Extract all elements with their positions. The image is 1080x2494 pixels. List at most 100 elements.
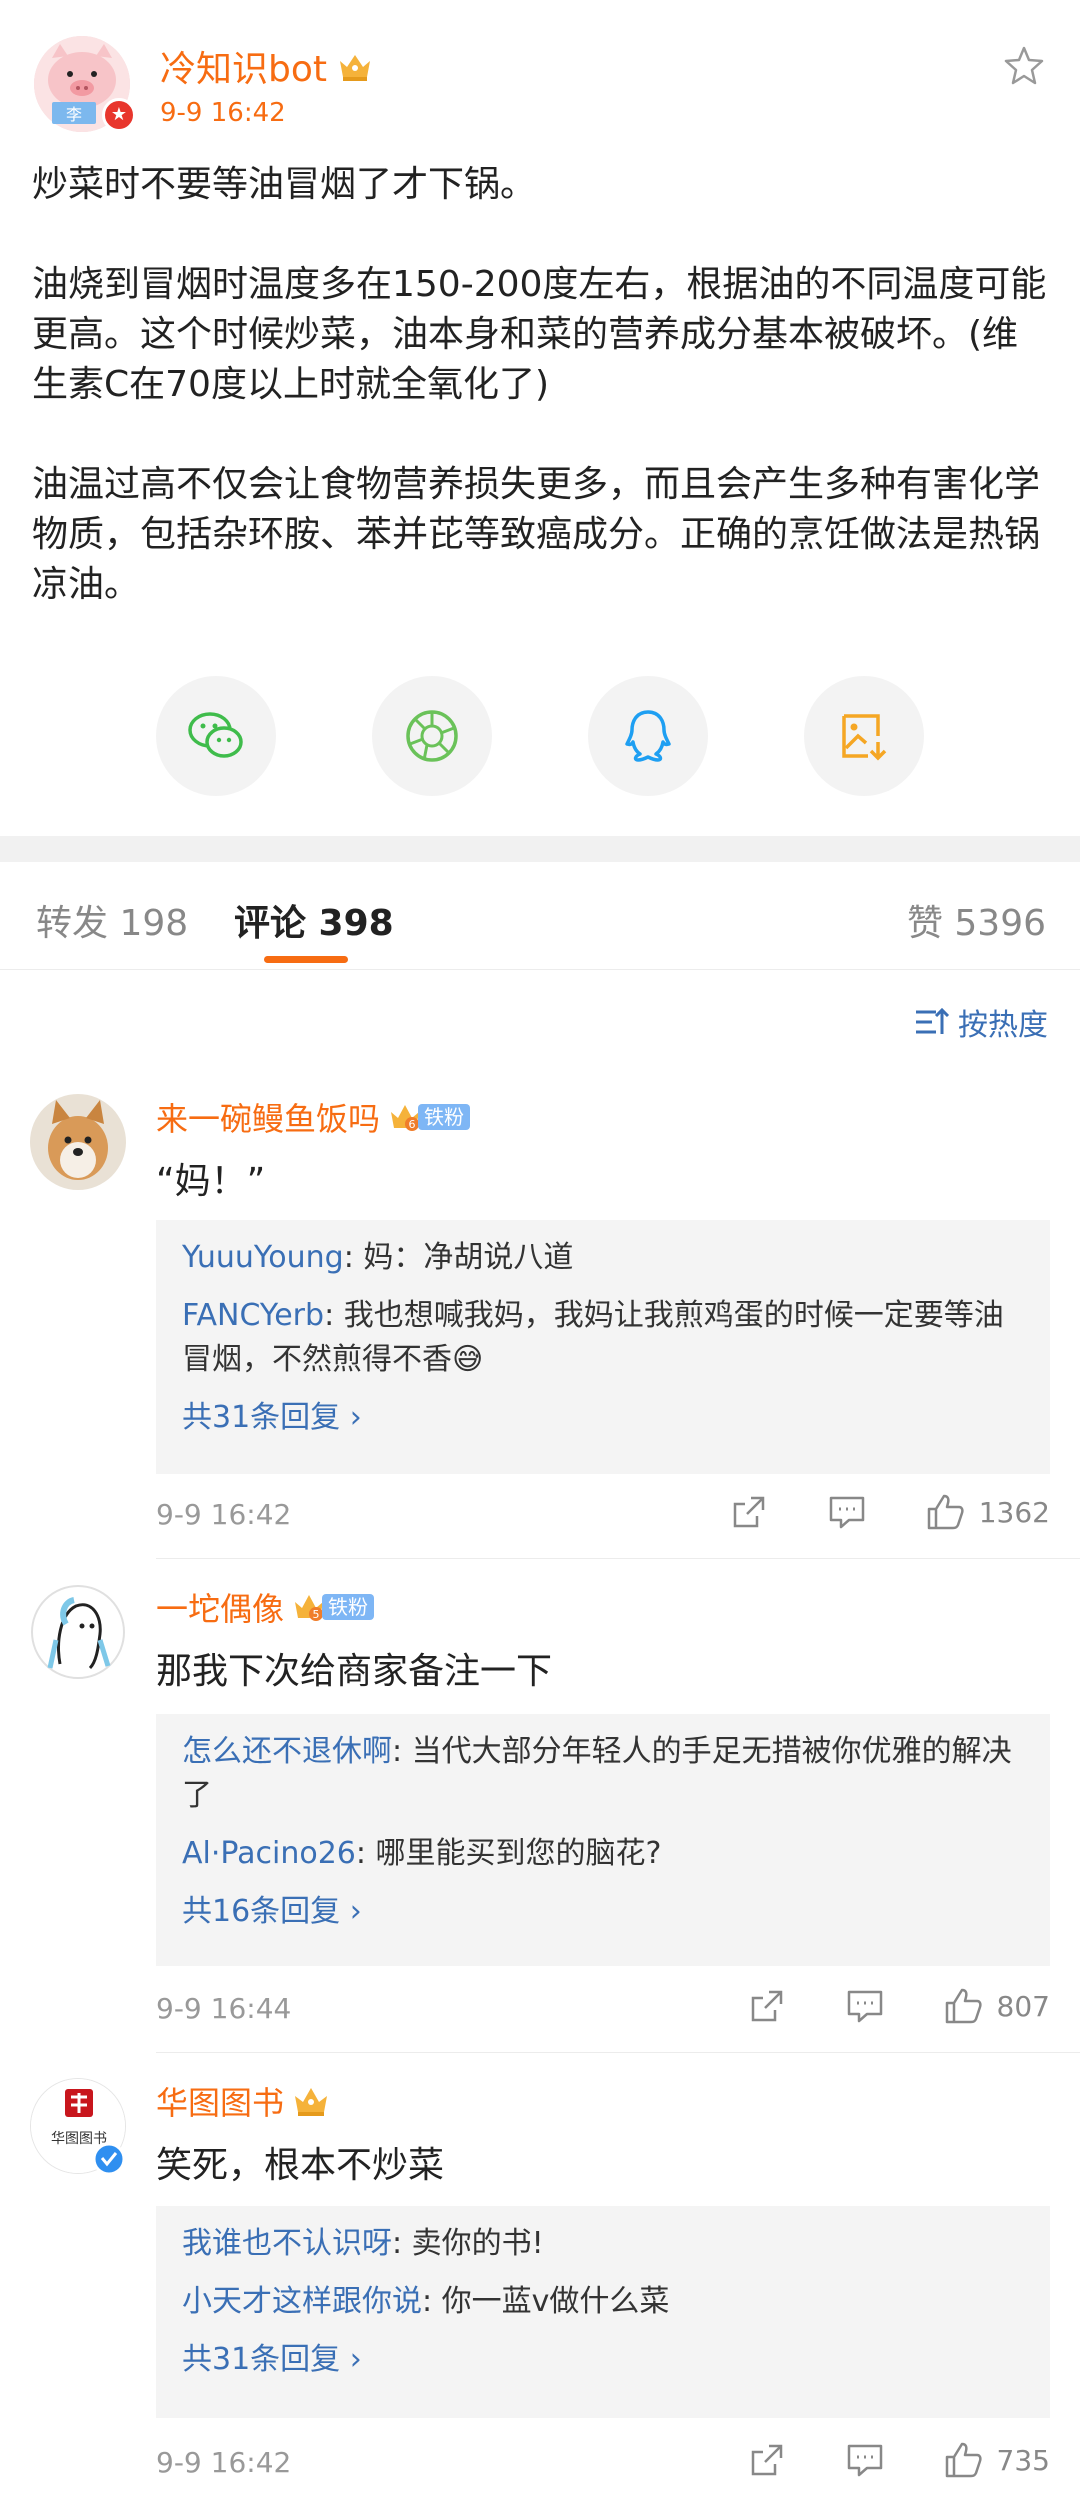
commenter-name[interactable]: 华图图书 (156, 2078, 330, 2124)
reply-text: : 妈：净胡说八道 (343, 1240, 574, 1275)
commenter-name[interactable]: 一坨偶像 5 铁粉 (156, 1584, 375, 1630)
comment-actions: 735 (689, 2440, 1050, 2480)
shiba-avatar-icon (30, 1094, 126, 1190)
comment-icon[interactable] (845, 1986, 885, 2026)
chevron-right-icon: › (349, 1894, 362, 1929)
fan-badge: 6 铁粉 (388, 1100, 471, 1134)
post-header: 李 ★ 冷知识bot 9-9 16:42 (0, 0, 1080, 150)
comment-actions: 1362 (671, 1492, 1050, 1532)
comment-text: 笑死，根本不炒菜 (156, 2145, 445, 2186)
author-name[interactable]: 冷知识bot (160, 40, 373, 92)
author-avatar[interactable]: 李 ★ (34, 36, 136, 132)
reply-user[interactable]: 怎么还不退休啊 (182, 1734, 392, 1769)
share-qq-button[interactable] (588, 676, 708, 796)
comment-icon[interactable] (845, 2440, 885, 2480)
sort-by-hot-button[interactable]: 按热度 (914, 1000, 1048, 1044)
sort-icon (916, 1007, 950, 1034)
svg-text:6: 6 (409, 1118, 416, 1131)
commenter-avatar[interactable] (30, 1584, 126, 1680)
reply-user[interactable]: FANCYerb (182, 1298, 324, 1333)
commenter-name-text: 华图图书 (156, 2084, 285, 2122)
share-moments-button[interactable] (372, 676, 492, 796)
sort-label: 按热度 (958, 1008, 1048, 1043)
comment-time: 9-9 16:44 (156, 1992, 292, 2025)
like-icon[interactable] (943, 1986, 983, 2026)
svg-text:李: 李 (66, 105, 82, 124)
tab-bar: 转发 198 评论 398 赞 5396 (0, 862, 1080, 970)
reply-item[interactable]: 小天才这样跟你说: 你一蓝v做什么菜 (182, 2280, 1024, 2324)
share-icon[interactable] (729, 1492, 769, 1532)
post-paragraph: 油烧到冒烟时温度多在150-200度左右，根据油的不同温度可能更高。这个时候炒菜… (32, 264, 1047, 405)
comment-actions: 807 (689, 1986, 1050, 2026)
more-replies-text: 共31条回复 (182, 2342, 341, 2377)
like-count: 807 (996, 1989, 1050, 2023)
fan-badge: 5 铁粉 (292, 1590, 375, 1624)
reply-user[interactable]: YuuuYoung (182, 1240, 344, 1275)
wechat-icon (188, 712, 243, 758)
svg-text:5: 5 (313, 1608, 320, 1621)
comment-meta: 9-9 16:42 1362 (156, 1492, 1050, 1538)
reply-box[interactable]: 怎么还不退休啊: 当代大部分年轻人的手足无措被你优雅的解决了 Al·Pacino… (156, 1714, 1050, 1966)
share-wechat-button[interactable] (156, 676, 276, 796)
section-divider (0, 836, 1080, 862)
post-time: 9-9 16:42 (160, 98, 286, 128)
like-count: 735 (996, 2443, 1050, 2477)
commenter-name-text: 一坨偶像 (156, 1590, 285, 1628)
tab-comments[interactable]: 评论 398 (234, 894, 394, 946)
more-replies-link[interactable]: 共16条回复 › (182, 1890, 1024, 1934)
comment-text: 那我下次给商家备注一下 (156, 1651, 553, 1692)
reply-box[interactable]: YuuuYoung: 妈：净胡说八道 FANCYerb: 我也想喊我妈，我妈让我… (156, 1220, 1050, 1474)
share-row (0, 676, 1080, 796)
reply-item[interactable]: FANCYerb: 我也想喊我妈，我妈让我煎鸡蛋的时候一定要等油冒烟，不然煎得不… (182, 1294, 1024, 1382)
like-count: 1362 (978, 1495, 1050, 1529)
qq-icon (625, 710, 671, 762)
reply-user[interactable]: 我谁也不认识呀 (182, 2226, 392, 2261)
comment-time: 9-9 16:42 (156, 1498, 292, 1531)
fan-crown-icon: 5 (295, 1595, 324, 1621)
reply-item[interactable]: Al·Pacino26: 哪里能买到您的脑花? (182, 1832, 1024, 1876)
tab-likes[interactable]: 赞 5396 (907, 894, 1046, 946)
reply-user[interactable]: Al·Pacino26 (182, 1836, 356, 1871)
more-replies-link[interactable]: 共31条回复 › (182, 2338, 1024, 2382)
comment-text: “妈！” (156, 1161, 266, 1202)
commenter-avatar[interactable] (30, 1094, 126, 1190)
tab-repost[interactable]: 转发 198 (36, 894, 188, 946)
reply-box[interactable]: 我谁也不认识呀: 卖你的书! 小天才这样跟你说: 你一蓝v做什么菜 共31条回复… (156, 2206, 1050, 2418)
more-replies-link[interactable]: 共31条回复 › (182, 1396, 1024, 1440)
comment-time: 9-9 16:42 (156, 2446, 292, 2479)
commenter-name[interactable]: 来一碗鳗鱼饭吗 6 铁粉 (156, 1094, 471, 1140)
reply-item[interactable]: 怎么还不退休啊: 当代大部分年轻人的手足无措被你优雅的解决了 (182, 1730, 1024, 1818)
chevron-right-icon: › (349, 1400, 362, 1435)
verified-badge-icon: ★ (102, 98, 136, 132)
post-paragraph: 油温过高不仅会让食物营养损失更多，而且会产生多种有害化学物质，包括杂环胺、苯并芘… (32, 464, 1041, 605)
save-image-button[interactable] (804, 676, 924, 796)
reply-text: : 哪里能买到您的脑花? (355, 1836, 662, 1871)
comment-divider (156, 1558, 1080, 1559)
chevron-right-icon: › (349, 2342, 362, 2377)
verified-v-icon (92, 2142, 126, 2176)
like-icon[interactable] (925, 1492, 965, 1532)
more-replies-text: 共31条回复 (182, 1400, 341, 1435)
crown-icon (340, 55, 370, 81)
reply-item[interactable]: 我谁也不认识呀: 卖你的书! (182, 2222, 1024, 2266)
commenter-name-text: 来一碗鳗鱼饭吗 (156, 1100, 381, 1138)
sweat-emoji-icon: 😅 (452, 1342, 484, 1377)
post-content: 炒菜时不要等油冒烟了才下锅。 油烧到冒烟时温度多在150-200度左右，根据油的… (32, 160, 1052, 610)
save-image-icon (842, 714, 887, 761)
fan-tag: 铁粉 (322, 1594, 375, 1620)
favorite-star-icon[interactable] (1002, 44, 1046, 88)
comment-divider (156, 2052, 1080, 2053)
reply-user[interactable]: 小天才这样跟你说 (182, 2284, 422, 2319)
reply-text: : 你一蓝v做什么菜 (422, 2284, 670, 2319)
reply-item[interactable]: YuuuYoung: 妈：净胡说八道 (182, 1236, 1024, 1280)
reply-text: : 卖你的书! (392, 2226, 544, 2261)
crown-icon (295, 2088, 328, 2116)
like-icon[interactable] (943, 2440, 983, 2480)
fan-tag: 铁粉 (418, 1104, 471, 1130)
share-icon[interactable] (747, 2440, 787, 2480)
comment-icon[interactable] (827, 1492, 867, 1532)
comment-meta: 9-9 16:42 735 (156, 2440, 1050, 2486)
share-icon[interactable] (747, 1986, 787, 2026)
fan-crown-icon: 6 (391, 1105, 420, 1131)
moments-icon (406, 710, 458, 762)
